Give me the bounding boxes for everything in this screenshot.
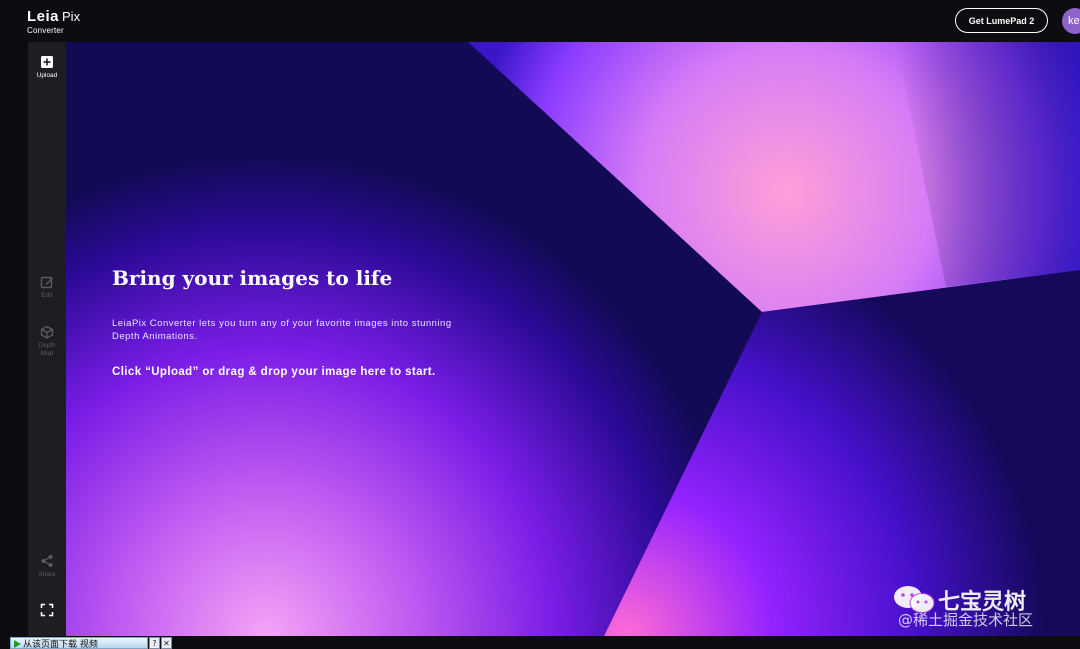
close-button[interactable]: ✕ — [161, 637, 172, 649]
hero-description: LeiaPix Converter lets you turn any of y… — [112, 318, 452, 342]
user-avatar[interactable]: ke — [1062, 8, 1080, 34]
logo-subtitle: Converter — [27, 26, 64, 35]
fullscreen-icon — [40, 603, 54, 617]
leiapix-logo[interactable]: Leia Pix Converter — [27, 8, 80, 35]
hero-title: Bring your images to life — [112, 266, 393, 290]
edit-icon — [40, 276, 53, 289]
sidebar-item-label: Edit — [41, 292, 53, 299]
sidebar-item-fullscreen[interactable] — [28, 603, 66, 620]
sidebar-item-share[interactable]: Share — [28, 554, 66, 579]
watermark: 七宝灵树 @稀土掘金技术社区 — [892, 584, 1062, 634]
logo-pix-text: Pix — [62, 9, 81, 24]
help-button[interactable]: ? — [149, 637, 160, 649]
upload-drop-zone[interactable]: Bring your images to life LeiaPix Conver… — [66, 42, 1080, 636]
cube-icon — [40, 325, 54, 339]
video-download-bar: 从该页面下载 视频 ? ✕ — [10, 637, 173, 649]
sidebar-item-edit[interactable]: Edit — [28, 275, 66, 300]
sidebar-item-label: Share — [38, 571, 56, 578]
logo-leia-text: Leia — [27, 8, 60, 25]
hero-upload-instruction: Click “Upload” or drag & drop your image… — [112, 366, 436, 378]
sidebar-item-depth-map[interactable]: Depth Map — [28, 325, 66, 358]
share-icon — [41, 555, 53, 567]
sidebar-item-upload[interactable]: Upload — [28, 55, 66, 80]
left-gutter — [0, 42, 28, 636]
watermark-subtitle: @稀土掘金技术社区 — [898, 611, 1034, 629]
bottom-bar: 从该页面下载 视频 ? ✕ — [0, 636, 1080, 649]
sidebar: Upload Edit Depth Map Share — [28, 42, 66, 636]
get-lumepad-button[interactable]: Get LumePad 2 — [955, 8, 1048, 33]
top-bar: Leia Pix Converter Get LumePad 2 ke — [0, 0, 1080, 42]
download-video-label: 从该页面下载 视频 — [23, 639, 98, 649]
play-icon — [14, 640, 21, 648]
plus-square-icon — [41, 56, 53, 68]
sidebar-item-label: Depth Map — [38, 342, 56, 357]
download-video-button[interactable]: 从该页面下载 视频 — [10, 637, 148, 649]
sidebar-item-label: Upload — [36, 72, 58, 79]
